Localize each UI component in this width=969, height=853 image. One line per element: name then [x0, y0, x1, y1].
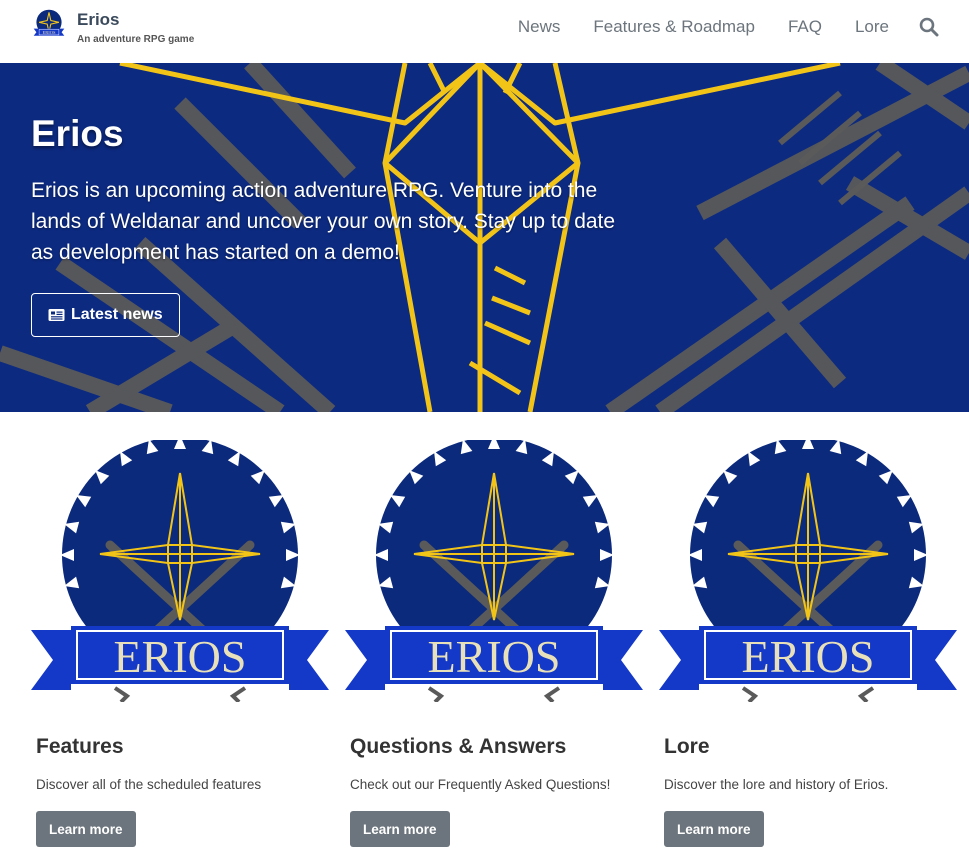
card-text: Discover the lore and history of Erios. [664, 777, 889, 792]
card-lore: ERIOS Lore Discover the lore and history… [659, 440, 959, 847]
hero-content: Erios Erios is an upcoming action advent… [31, 111, 631, 337]
card-title: Features [36, 735, 124, 758]
card-title: Questions & Answers [350, 735, 567, 758]
newspaper-icon [48, 309, 65, 321]
nav-link-news[interactable]: News [518, 16, 561, 38]
brand-name[interactable]: Erios [77, 10, 194, 29]
hero-title: Erios [31, 113, 124, 154]
navbar: ERIOS Erios An adventure RPG game News F… [0, 0, 969, 63]
svg-text:ERIOS: ERIOS [42, 30, 55, 35]
card-features: ERIOS Features Discover all of the sched… [31, 440, 331, 847]
brand-tagline: An adventure RPG game [77, 34, 195, 45]
card-title: Lore [664, 735, 710, 758]
latest-news-button[interactable]: Latest news [31, 293, 180, 337]
svg-text:ERIOS: ERIOS [114, 631, 247, 682]
erios-emblem-icon: ERIOS [33, 9, 65, 36]
brand[interactable]: ERIOS Erios An adventure RPG game [31, 7, 194, 47]
learn-more-button[interactable]: Learn more [350, 811, 450, 847]
card-text: Check out our Frequently Asked Questions… [350, 777, 611, 792]
hero-banner: Erios Erios is an upcoming action advent… [0, 63, 969, 412]
card-text: Discover all of the scheduled features [36, 777, 262, 792]
nav-link-lore[interactable]: Lore [855, 16, 889, 38]
learn-more-button[interactable]: Learn more [36, 811, 136, 847]
learn-more-button[interactable]: Learn more [664, 811, 764, 847]
nav-link-faq[interactable]: FAQ [788, 16, 822, 38]
svg-text:ERIOS: ERIOS [742, 631, 875, 682]
erios-emblem-image: ERIOS [345, 440, 643, 702]
erios-emblem-image: ERIOS [659, 440, 957, 702]
erios-emblem-image: ERIOS [31, 440, 329, 702]
nav-link-features-roadmap[interactable]: Features & Roadmap [593, 16, 755, 38]
latest-news-label: Latest news [71, 306, 163, 323]
search-icon[interactable] [919, 17, 939, 37]
card-questions-answers: ERIOS Questions & Answers Check out our … [345, 440, 645, 847]
svg-text:ERIOS: ERIOS [428, 631, 561, 682]
hero-description: Erios is an upcoming action adventure RP… [31, 179, 616, 264]
nav-links: News Features & Roadmap FAQ Lore [485, 16, 939, 38]
